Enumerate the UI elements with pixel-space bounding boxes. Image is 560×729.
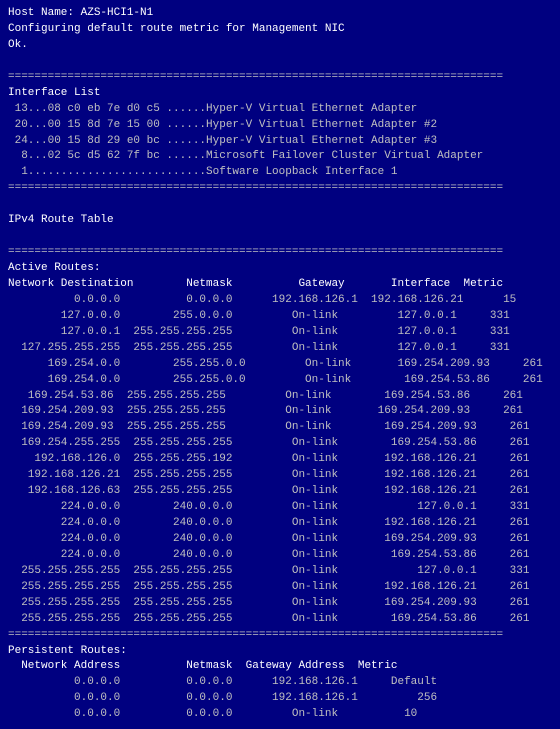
terminal-line: 13...08 c0 eb 7e d0 c5 ......Hyper-V Vir… [8, 102, 552, 118]
terminal-line: Configuring default route metric for Man… [8, 22, 552, 38]
terminal-line: Host Name: AZS-HCI1-N1 [8, 6, 552, 22]
terminal-line: 0.0.0.0 0.0.0.0 192.168.126.1 256 [8, 691, 552, 707]
terminal-line: Interface List [8, 86, 552, 102]
terminal-line: 127.0.0.1 255.255.255.255 On-link 127.0.… [8, 325, 552, 341]
terminal-line: 255.255.255.255 255.255.255.255 On-link … [8, 596, 552, 612]
terminal-line: Network Address Netmask Gateway Address … [8, 659, 552, 675]
terminal-line: 169.254.0.0 255.255.0.0 On-link 169.254.… [8, 373, 552, 389]
terminal-line: ========================================… [8, 628, 552, 644]
terminal-line: 0.0.0.0 0.0.0.0 192.168.126.1 192.168.12… [8, 293, 552, 309]
terminal-line: Ok. [8, 38, 552, 54]
terminal-output: Host Name: AZS-HCI1-N1Configuring defaul… [8, 6, 552, 723]
terminal-line: 24...00 15 8d 29 e0 bc ......Hyper-V Vir… [8, 134, 552, 150]
terminal-line: 255.255.255.255 255.255.255.255 On-link … [8, 612, 552, 628]
terminal-line: 192.168.126.0 255.255.255.192 On-link 19… [8, 452, 552, 468]
terminal-line [8, 54, 552, 70]
terminal-line: 127.255.255.255 255.255.255.255 On-link … [8, 341, 552, 357]
terminal-line: 0.0.0.0 0.0.0.0 On-link 10 [8, 707, 552, 723]
terminal-line: 224.0.0.0 240.0.0.0 On-link 192.168.126.… [8, 516, 552, 532]
terminal-line: IPv4 Route Table [8, 213, 552, 229]
terminal-line: 224.0.0.0 240.0.0.0 On-link 127.0.0.1 33… [8, 500, 552, 516]
terminal-line: Network Destination Netmask Gateway Inte… [8, 277, 552, 293]
terminal-line: 169.254.209.93 255.255.255.255 On-link 1… [8, 404, 552, 420]
terminal-line: 169.254.255.255 255.255.255.255 On-link … [8, 436, 552, 452]
terminal-line [8, 229, 552, 245]
terminal-line: ========================================… [8, 245, 552, 261]
terminal-line: 255.255.255.255 255.255.255.255 On-link … [8, 580, 552, 596]
terminal-line [8, 197, 552, 213]
terminal-line: 255.255.255.255 255.255.255.255 On-link … [8, 564, 552, 580]
terminal-line: ========================================… [8, 181, 552, 197]
terminal-line: 224.0.0.0 240.0.0.0 On-link 169.254.209.… [8, 532, 552, 548]
terminal-line: 224.0.0.0 240.0.0.0 On-link 169.254.53.8… [8, 548, 552, 564]
terminal-line: 192.168.126.63 255.255.255.255 On-link 1… [8, 484, 552, 500]
terminal-line: 20...00 15 8d 7e 15 00 ......Hyper-V Vir… [8, 118, 552, 134]
terminal-line: Persistent Routes: [8, 644, 552, 660]
terminal-line: Active Routes: [8, 261, 552, 277]
terminal-line: 169.254.53.86 255.255.255.255 On-link 16… [8, 389, 552, 405]
terminal-line: 127.0.0.0 255.0.0.0 On-link 127.0.0.1 33… [8, 309, 552, 325]
terminal-line: 0.0.0.0 0.0.0.0 192.168.126.1 Default [8, 675, 552, 691]
terminal-line: ========================================… [8, 70, 552, 86]
terminal-line: 169.254.0.0 255.255.0.0 On-link 169.254.… [8, 357, 552, 373]
terminal-line: 8...02 5c d5 62 7f bc ......Microsoft Fa… [8, 149, 552, 165]
terminal-line: 1...........................Software Loo… [8, 165, 552, 181]
terminal-line: 169.254.209.93 255.255.255.255 On-link 1… [8, 420, 552, 436]
terminal-line: 192.168.126.21 255.255.255.255 On-link 1… [8, 468, 552, 484]
